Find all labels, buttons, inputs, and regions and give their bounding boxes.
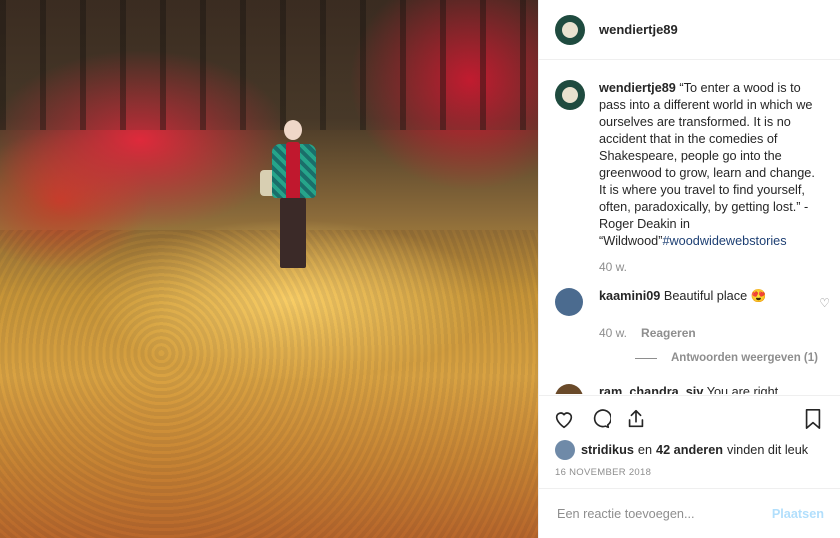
caption-body: “To enter a wood is to pass into a diffe… xyxy=(599,81,815,248)
comment-text-block: kaamini09 Beautiful place 😍 xyxy=(599,288,799,316)
person-head xyxy=(284,120,302,140)
heart-icon xyxy=(555,411,573,428)
comment-input[interactable] xyxy=(555,505,772,522)
comment-text: Beautiful place 😍 xyxy=(663,289,767,303)
view-replies-button[interactable]: Antwoorden weergeven (1) xyxy=(635,352,840,364)
photo-person xyxy=(260,120,320,280)
add-comment-bar: Plaatsen xyxy=(539,488,840,538)
caption-author-avatar[interactable] xyxy=(555,80,585,110)
reply-button[interactable]: Reageren xyxy=(641,326,696,340)
post-caption: wendiertje89 “To enter a wood is to pass… xyxy=(539,60,840,250)
comment-text-block: ram_chandra_siv You are right. This is w… xyxy=(599,384,799,394)
post-actions xyxy=(539,395,840,441)
comment-like-heart-icon[interactable]: ♡ xyxy=(819,296,830,310)
post-date[interactable]: 16 NOVEMBER 2018 xyxy=(555,467,651,478)
share-button[interactable] xyxy=(621,404,651,434)
bookmark-icon xyxy=(805,409,821,429)
liker-username[interactable]: stridikus xyxy=(581,443,634,457)
caption-time[interactable]: 40 w. xyxy=(599,260,840,274)
likes-suffix: vinden dit leuk xyxy=(727,443,809,457)
person-legs xyxy=(280,198,306,268)
caption-text-block: wendiertje89 “To enter a wood is to pass… xyxy=(599,80,823,250)
comment-button[interactable] xyxy=(585,404,615,434)
post-sidebar: wendiertje89 wendiertje89 “To enter a wo… xyxy=(538,0,840,538)
likes-connector: en xyxy=(637,443,653,457)
photo-trees xyxy=(0,0,538,130)
comment-item: ram_chandra_siv You are right. This is w… xyxy=(539,364,840,394)
comment-time[interactable]: 40 w. xyxy=(599,326,627,340)
likes-count-button[interactable]: 42 anderen xyxy=(656,443,723,457)
view-replies-label: Antwoorden weergeven (1) xyxy=(671,352,818,364)
comment-item: kaamini09 Beautiful place 😍 ♡ xyxy=(539,274,840,316)
comments-scroll[interactable]: wendiertje89 “To enter a wood is to pass… xyxy=(539,60,840,394)
post-comment-button[interactable]: Plaatsen xyxy=(772,507,824,521)
replies-divider-line xyxy=(635,357,657,359)
share-icon xyxy=(628,409,644,427)
caption-hashtag[interactable]: #woodwidewebstories xyxy=(662,234,786,248)
commenter-avatar[interactable] xyxy=(555,384,583,394)
comment-bubble-icon xyxy=(593,408,611,428)
author-username[interactable]: wendiertje89 xyxy=(599,22,678,37)
comment-liked-heart-icon[interactable]: ♥ xyxy=(823,392,830,394)
save-button[interactable] xyxy=(798,404,828,434)
likes-summary: stridikus en 42 anderen vinden dit leuk xyxy=(555,440,824,460)
commenter-username[interactable]: ram_chandra_siv xyxy=(599,385,703,394)
like-button[interactable] xyxy=(549,404,579,434)
post-modal: wendiertje89 wendiertje89 “To enter a wo… xyxy=(0,0,840,538)
commenter-avatar[interactable] xyxy=(555,288,583,316)
author-avatar[interactable] xyxy=(555,14,585,45)
caption-author-username[interactable]: wendiertje89 xyxy=(599,81,676,95)
comment-meta: 40 w. Reageren xyxy=(599,326,840,340)
post-photo[interactable] xyxy=(0,0,538,538)
liker-avatar[interactable] xyxy=(555,440,575,460)
commenter-username[interactable]: kaamini09 xyxy=(599,289,660,303)
post-header: wendiertje89 xyxy=(539,0,840,60)
